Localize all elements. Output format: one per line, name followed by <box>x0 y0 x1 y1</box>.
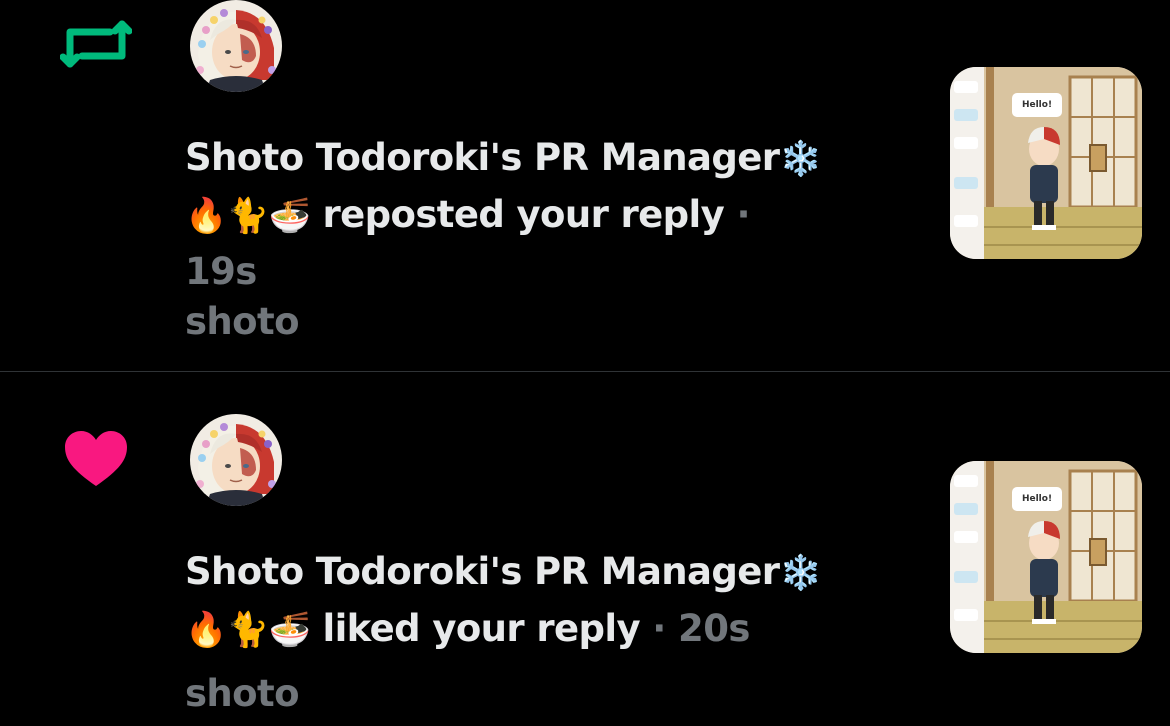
snowflake-emoji: ❄️ <box>779 553 822 593</box>
thumbnail-caption: Hello! <box>1012 93 1062 117</box>
notification-text: Shoto Todoroki's PR Manager❄️ 🔥🐈🍜 liked … <box>185 544 905 658</box>
action-text: reposted your reply <box>322 193 725 236</box>
separator-dot: · <box>736 193 750 236</box>
media-thumbnail[interactable]: Hello! <box>950 67 1142 259</box>
name-emoji: 🔥🐈🍜 <box>185 610 311 650</box>
separator-dot: · <box>652 607 666 650</box>
snowflake-emoji: ❄️ <box>779 139 822 179</box>
timestamp: 20s <box>678 607 750 650</box>
heart-icon <box>65 431 127 486</box>
notification-item-repost[interactable]: Shoto Todoroki's PR Manager❄️ 🔥🐈🍜 repost… <box>0 0 1170 371</box>
post-text[interactable]: shoto <box>185 672 299 715</box>
action-text: liked your reply <box>322 607 641 650</box>
media-thumbnail[interactable]: Hello! <box>950 461 1142 653</box>
avatar[interactable] <box>190 0 282 92</box>
thumbnail-caption: Hello! <box>1012 487 1062 511</box>
post-text[interactable]: shoto <box>185 300 299 343</box>
notification-text: Shoto Todoroki's PR Manager❄️ 🔥🐈🍜 repost… <box>185 130 905 299</box>
notification-item-like[interactable]: Shoto Todoroki's PR Manager❄️ 🔥🐈🍜 liked … <box>0 372 1170 726</box>
avatar[interactable] <box>190 414 282 506</box>
display-name[interactable]: Shoto Todoroki's PR Manager <box>185 136 780 179</box>
timestamp: 19s <box>185 250 257 293</box>
repost-icon <box>60 20 132 68</box>
name-emoji: 🔥🐈🍜 <box>185 196 311 236</box>
display-name[interactable]: Shoto Todoroki's PR Manager <box>185 550 780 593</box>
